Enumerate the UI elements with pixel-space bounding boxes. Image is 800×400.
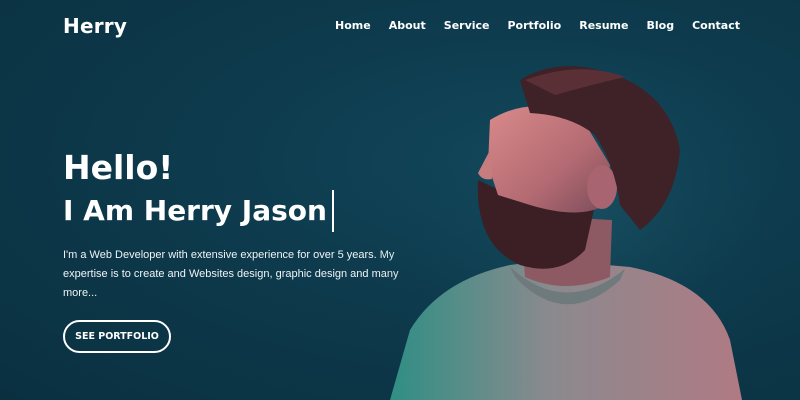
nav-resume[interactable]: Resume [579,19,628,32]
hero-title: I Am Herry Jason [63,194,327,227]
nav-contact[interactable]: Contact [692,19,740,32]
hero-title-row: I Am Herry Jason [63,190,423,232]
hero-greeting: Hello! [63,148,174,187]
nav-about[interactable]: About [389,19,426,32]
nav-portfolio[interactable]: Portfolio [508,19,562,32]
typing-cursor [331,190,334,232]
site-logo[interactable]: Herry [63,14,127,38]
see-portfolio-button[interactable]: SEE PORTFOLIO [63,320,171,353]
hero-portrait-image [380,55,760,400]
nav-service[interactable]: Service [444,19,490,32]
hero-section: Hello! I Am Herry Jason I'm a Web Develo… [63,148,423,353]
nav-blog[interactable]: Blog [646,19,674,32]
site-header: Herry Home About Service Portfolio Resum… [0,0,800,56]
nav-home[interactable]: Home [335,19,371,32]
hero-description: I'm a Web Developer with extensive exper… [63,249,399,299]
main-nav: Home About Service Portfolio Resume Blog… [335,19,740,32]
